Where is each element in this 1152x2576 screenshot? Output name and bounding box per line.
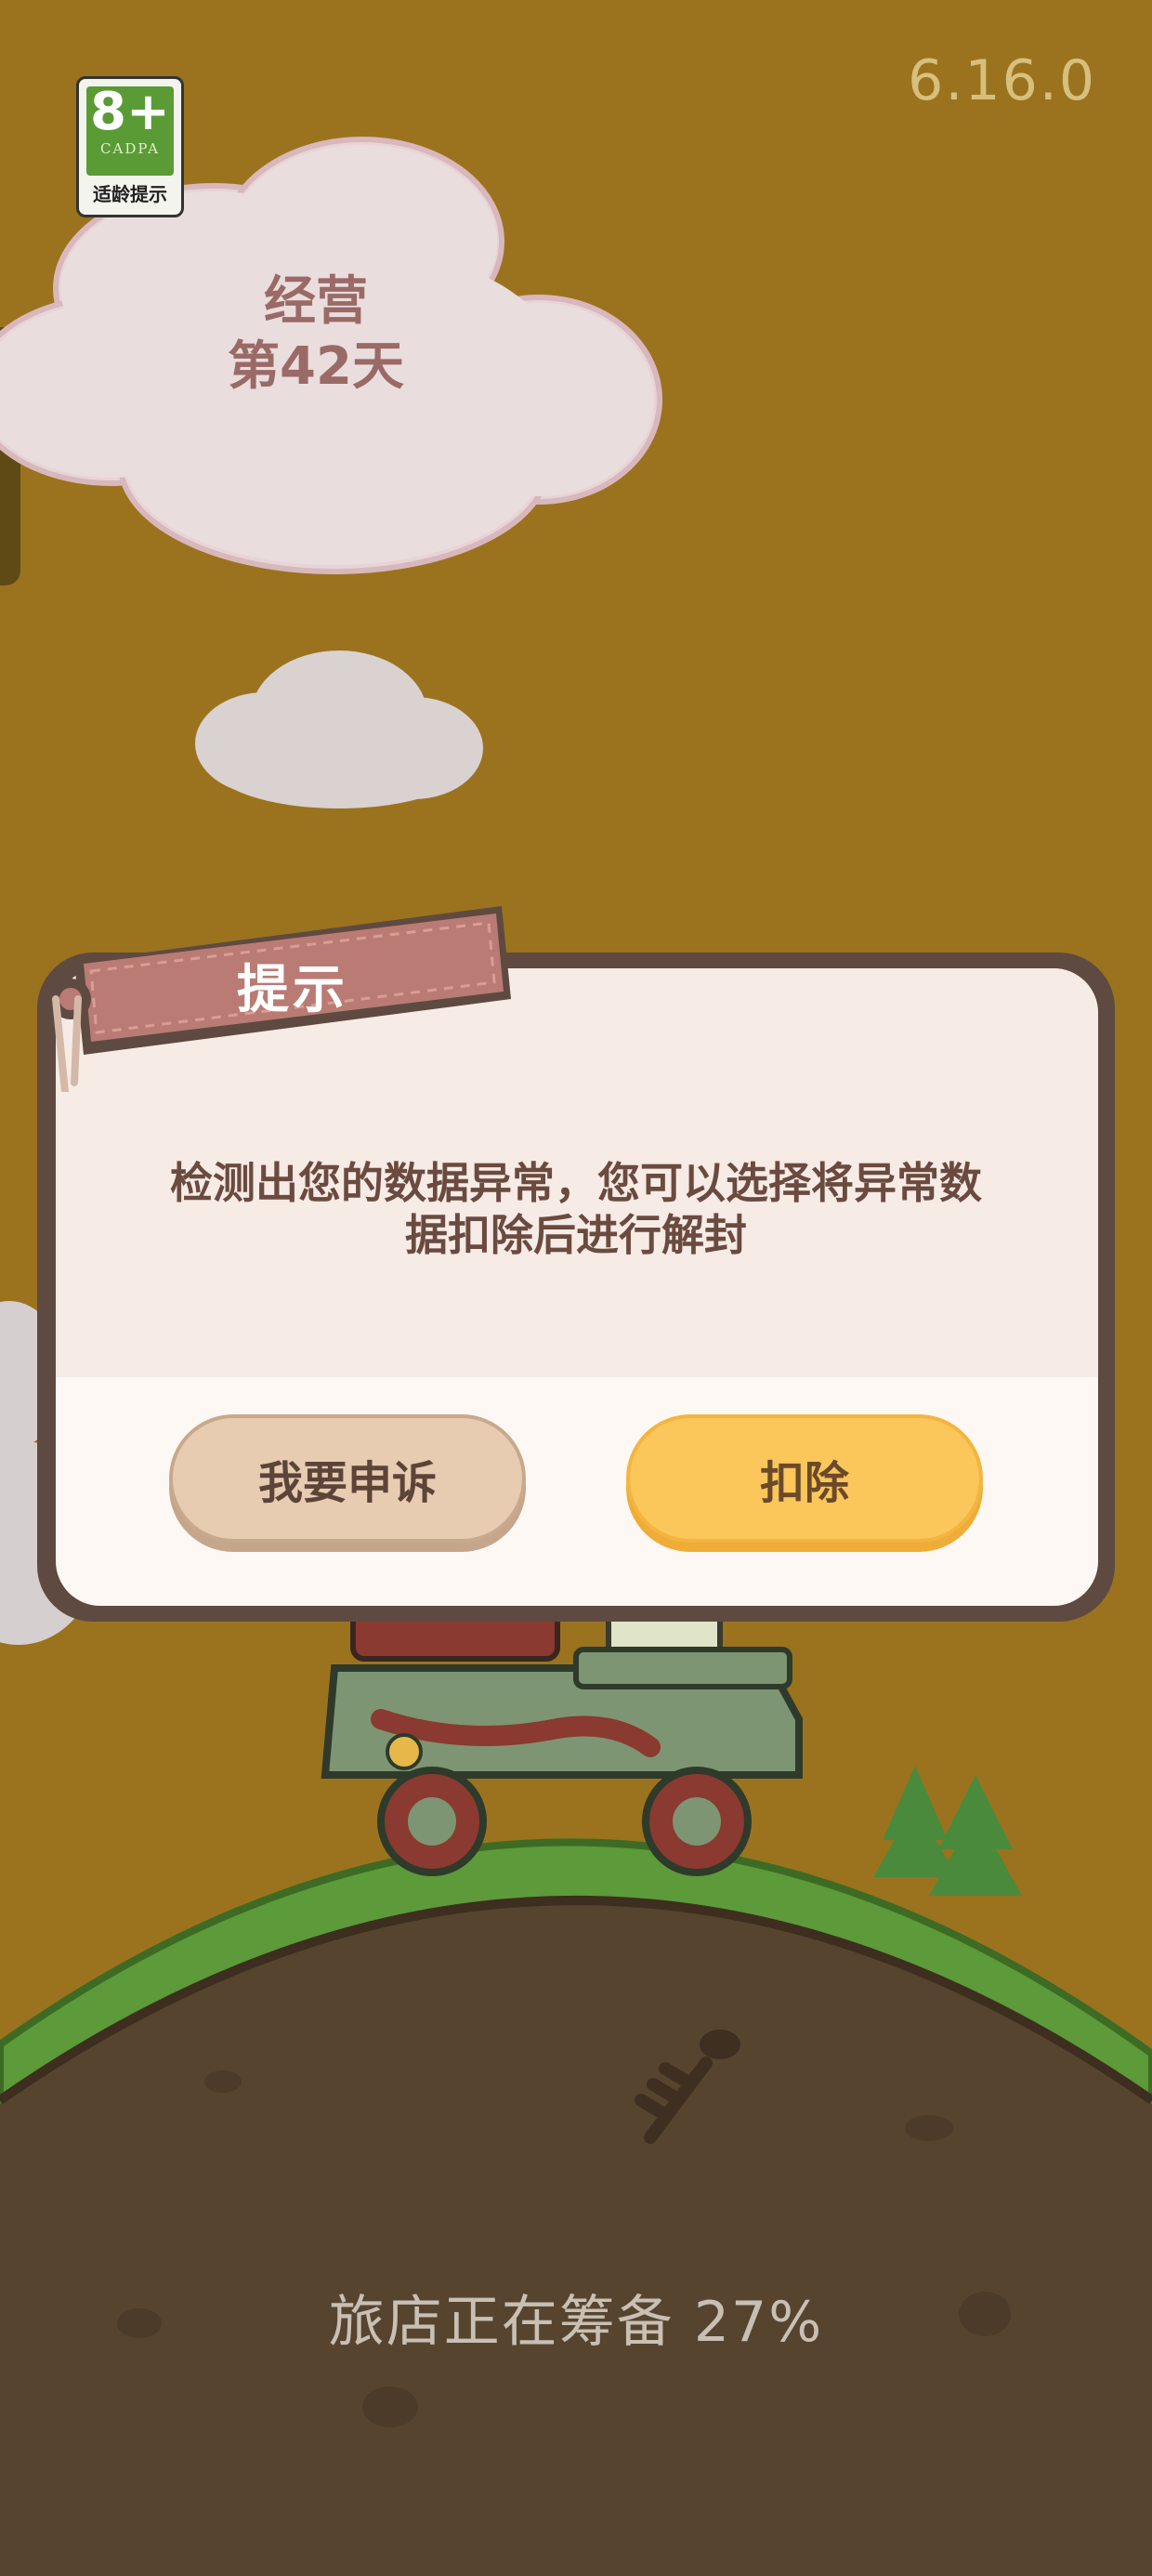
cloud-small xyxy=(195,651,483,808)
version-label: 6.16.0 xyxy=(908,48,1096,113)
day-counter-line1: 经营 xyxy=(264,271,368,332)
age-rating-label: 适龄提示 xyxy=(93,183,167,205)
day-counter-line2: 第42天 xyxy=(228,336,404,397)
deduct-button[interactable]: 扣除 xyxy=(626,1414,983,1543)
age-rating-value: 8+ xyxy=(90,82,170,142)
truck-illustration xyxy=(321,1605,803,1876)
dialog-message: 检测出您的数据异常，您可以选择将异常数 据扣除后进行解封 xyxy=(93,1157,1059,1261)
age-rating-org: CADPA xyxy=(100,140,160,157)
dialog-message-line2: 据扣除后进行解封 xyxy=(405,1210,747,1260)
loading-status-text: 旅店正在筹备 27% xyxy=(328,2290,824,2355)
dialog-message-line1: 检测出您的数据异常，您可以选择将异常数 xyxy=(170,1158,982,1208)
age-rating-badge: 8+ CADPA 适龄提示 xyxy=(76,76,184,217)
dialog-title: 提示 xyxy=(237,960,348,1020)
appeal-button[interactable]: 我要申诉 xyxy=(169,1414,526,1543)
day-counter: 经营 第42天 xyxy=(223,269,409,400)
